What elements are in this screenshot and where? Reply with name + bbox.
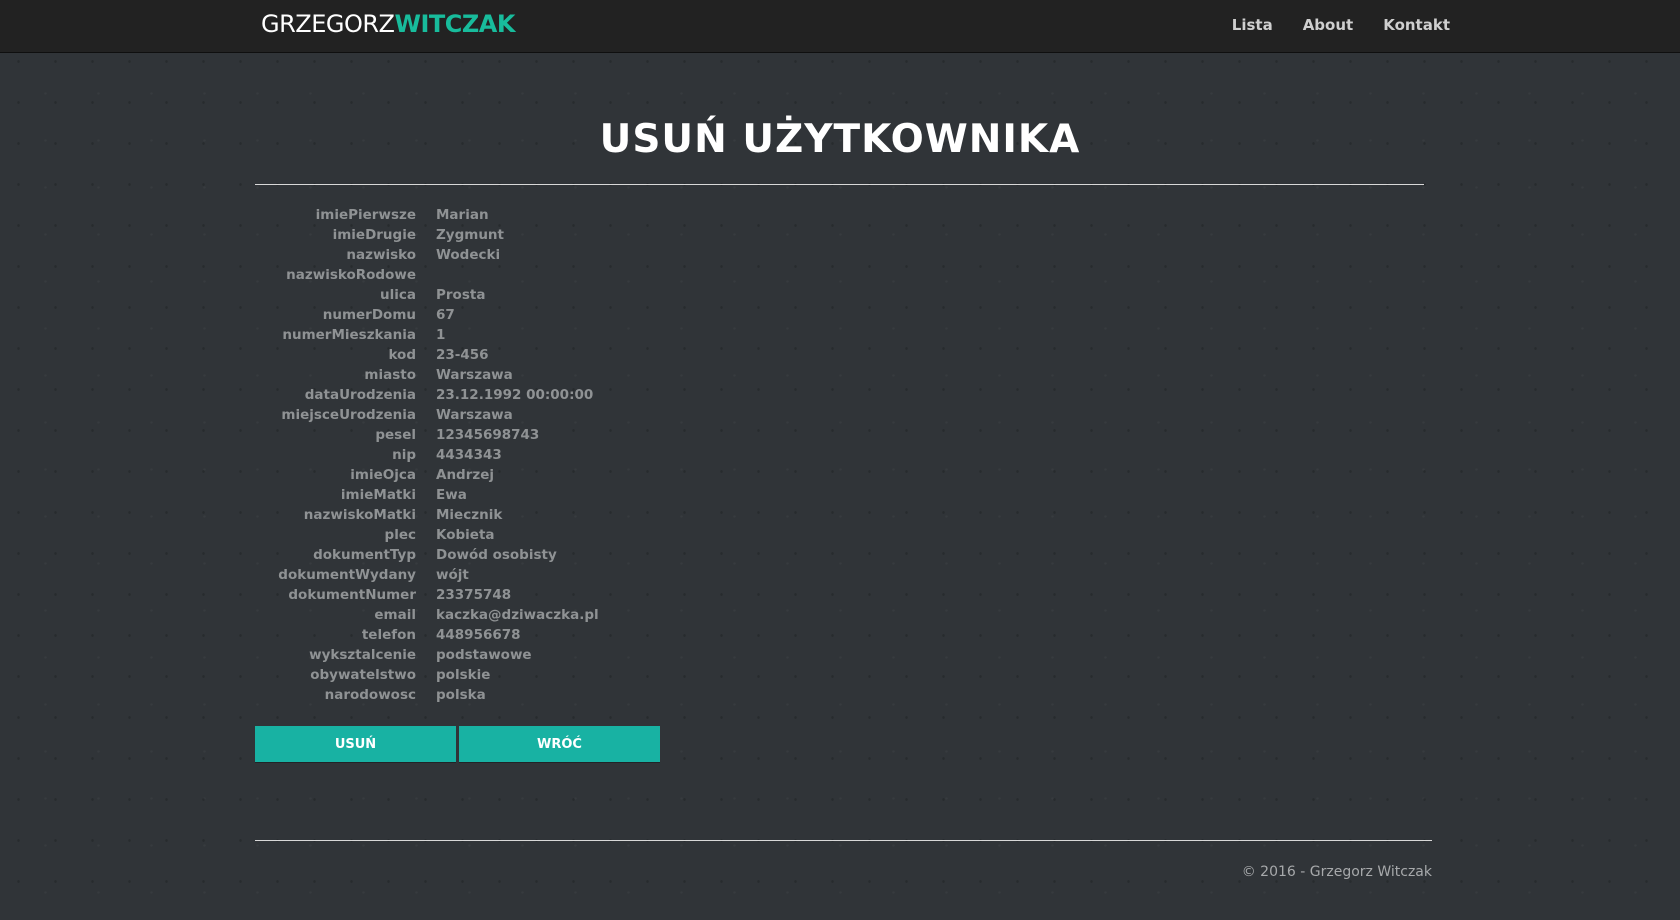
detail-label: imieMatki	[340, 487, 416, 503]
detail-value: Wodecki	[436, 247, 501, 263]
detail-value: Kobieta	[436, 527, 495, 543]
detail-value: podstawowe	[436, 647, 532, 663]
detail-value: Prosta	[436, 287, 486, 303]
detail-row-imiematki: imieMatki Ewa	[255, 485, 599, 505]
footer-copyright: © 2016 - Grzegorz Witczak	[1241, 864, 1432, 880]
detail-label: numerMieszkania	[282, 327, 416, 343]
detail-value: Warszawa	[436, 367, 513, 383]
navbar: GRZEGORZWITCZAK Lista About Kontakt	[0, 0, 1680, 53]
detail-value: 23.12.1992 00:00:00	[436, 387, 594, 403]
detail-value: polska	[436, 687, 486, 703]
detail-label: miasto	[364, 367, 416, 383]
detail-value: wójt	[436, 567, 469, 583]
detail-row-ulica: ulica Prosta	[255, 285, 599, 305]
detail-label: imiePierwsze	[315, 207, 416, 223]
detail-label: numerDomu	[322, 307, 416, 323]
detail-label: plec	[384, 527, 416, 543]
nav-link-kontakt[interactable]: Kontakt	[1383, 16, 1450, 34]
detail-row-nazwiskorodowe: nazwiskoRodowe	[255, 265, 599, 285]
brand-first-name: GRZEGORZ	[261, 10, 395, 38]
detail-label: pesel	[375, 427, 416, 443]
detail-row-nazwiskomatki: nazwiskoMatki Miecznik	[255, 505, 599, 525]
detail-value: kaczka@dziwaczka.pl	[436, 607, 599, 623]
detail-row-numermieszkania: numerMieszkania 1	[255, 325, 599, 345]
detail-label: kod	[388, 347, 416, 363]
detail-label: imieDrugie	[332, 227, 416, 243]
detail-label: miejsceUrodzenia	[281, 407, 416, 423]
detail-value: Dowód osobisty	[436, 547, 557, 563]
detail-value: 23375748	[436, 587, 512, 603]
detail-row-imiepierwsze: imiePierwsze Marian	[255, 205, 599, 225]
detail-row-email: email kaczka@dziwaczka.pl	[255, 605, 599, 625]
detail-row-wyksztalcenie: wyksztalcenie podstawowe	[255, 645, 599, 665]
nav-link-lista[interactable]: Lista	[1232, 16, 1273, 34]
detail-value: Andrzej	[436, 467, 495, 483]
delete-button[interactable]: USUŃ	[255, 726, 456, 762]
detail-value: Ewa	[436, 487, 467, 503]
detail-value: Warszawa	[436, 407, 513, 423]
detail-value: 4434343	[436, 447, 502, 463]
detail-row-numerdomu: numerDomu 67	[255, 305, 599, 325]
brand-last-name: WITCZAK	[394, 10, 515, 38]
detail-label: dokumentNumer	[288, 587, 416, 603]
detail-value: 23-456	[436, 347, 489, 363]
detail-label: wyksztalcenie	[309, 647, 416, 663]
detail-label: narodowosc	[324, 687, 416, 703]
detail-label: dokumentTyp	[313, 547, 416, 563]
nav-links: Lista About Kontakt	[1202, 16, 1450, 34]
form-actions: USUŃ WRÓĆ	[255, 726, 663, 762]
detail-row-miejsceurodzenia: miejsceUrodzenia Warszawa	[255, 405, 599, 425]
detail-row-nazwisko: nazwisko Wodecki	[255, 245, 599, 265]
detail-row-obywatelstwo: obywatelstwo polskie	[255, 665, 599, 685]
detail-label: telefon	[361, 627, 416, 643]
detail-row-dokumentnumer: dokumentNumer 23375748	[255, 585, 599, 605]
page-title: USUŃ UŻYTKOWNIKA	[599, 117, 1081, 162]
footer-divider	[255, 840, 1432, 841]
detail-label: imieOjca	[350, 467, 416, 483]
detail-row-pesel: pesel 12345698743	[255, 425, 599, 445]
detail-value: Marian	[436, 207, 489, 223]
detail-row-kod: kod 23-456	[255, 345, 599, 365]
detail-label: nazwiskoMatki	[303, 507, 416, 523]
brand-logo[interactable]: GRZEGORZWITCZAK	[261, 10, 515, 38]
detail-row-plec: plec Kobieta	[255, 525, 599, 545]
detail-label: obywatelstwo	[310, 667, 416, 683]
detail-row-imiedrugie: imieDrugie Zygmunt	[255, 225, 599, 245]
detail-row-imieojca: imieOjca Andrzej	[255, 465, 599, 485]
detail-label: nip	[392, 447, 416, 463]
nav-link-about[interactable]: About	[1303, 16, 1354, 34]
detail-row-narodowosc: narodowosc polska	[255, 685, 599, 705]
detail-value: 448956678	[436, 627, 521, 643]
detail-label: dokumentWydany	[278, 567, 416, 583]
detail-label: dataUrodzenia	[304, 387, 416, 403]
detail-row-dokumenttyp: dokumentTyp Dowód osobisty	[255, 545, 599, 565]
title-divider	[255, 184, 1424, 185]
detail-value: Zygmunt	[436, 227, 504, 243]
detail-label: nazwiskoRodowe	[286, 267, 416, 283]
detail-label: email	[374, 607, 416, 623]
detail-row-telefon: telefon 448956678	[255, 625, 599, 645]
back-button[interactable]: WRÓĆ	[459, 726, 660, 762]
detail-value: 1	[436, 327, 446, 343]
user-details-list: imiePierwsze Marian imieDrugie Zygmunt naz…	[255, 205, 599, 705]
detail-value: 67	[436, 307, 455, 323]
detail-row-nip: nip 4434343	[255, 445, 599, 465]
detail-row-dataurodzenia: dataUrodzenia 23.12.1992 00:00:00	[255, 385, 599, 405]
detail-row-dokumentwydany: dokumentWydany wójt	[255, 565, 599, 585]
detail-value: Miecznik	[436, 507, 503, 523]
detail-label: nazwisko	[346, 247, 416, 263]
detail-value: 12345698743	[436, 427, 540, 443]
detail-label: ulica	[380, 287, 416, 303]
detail-row-miasto: miasto Warszawa	[255, 365, 599, 385]
detail-value: polskie	[436, 667, 491, 683]
